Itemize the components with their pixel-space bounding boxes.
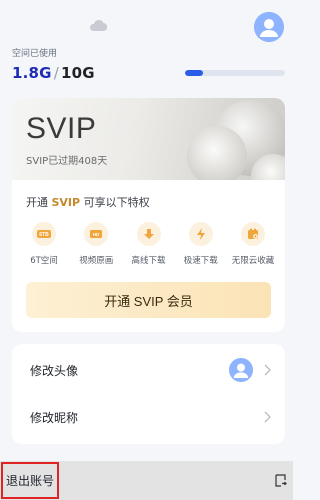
svip-banner-decoration xyxy=(187,100,285,180)
privilege-item[interactable]: 无限云收藏 xyxy=(227,222,279,268)
change-nickname-label: 修改昵称 xyxy=(30,410,79,425)
storage-separator: / xyxy=(53,64,59,82)
privilege-item[interactable]: 高线下载 xyxy=(123,222,175,268)
logout-button[interactable]: 退出账号 xyxy=(1,462,59,499)
open-svip-button[interactable]: 开通 SVIP 会员 xyxy=(26,282,271,318)
switch-account-icon[interactable] xyxy=(274,474,287,487)
cloud-collect-icon xyxy=(241,222,265,246)
privilege-label: 6T空间 xyxy=(30,256,58,266)
privilege-label: 视频原画 xyxy=(79,256,114,266)
change-avatar-row[interactable]: 修改头像 xyxy=(12,346,285,394)
svg-text:6TB: 6TB xyxy=(39,232,49,238)
user-avatar-icon[interactable] xyxy=(254,12,284,42)
svip-card: SVIP SVIP已过期408天 开通 SVIP 可享以下特权 6TB 6T空间… xyxy=(12,98,285,332)
svg-text:HD: HD xyxy=(93,232,100,237)
svip-privileges-title: 开通 SVIP 可享以下特权 xyxy=(26,194,150,210)
privilege-item[interactable]: HD 视频原画 xyxy=(70,222,122,268)
storage-progress-bar xyxy=(185,70,285,76)
privileges-prefix: 开通 xyxy=(26,196,52,209)
cloud-icon xyxy=(89,19,108,32)
chevron-right-icon xyxy=(264,364,271,376)
svip-privileges-list: 6TB 6T空间 HD 视频原画 高线下载 极速下载 无限云收藏 xyxy=(18,222,279,268)
storage-used-label: 空间已使用 xyxy=(12,49,58,59)
privilege-label: 极速下载 xyxy=(183,256,218,266)
privilege-item[interactable]: 6TB 6T空间 xyxy=(18,222,70,268)
chevron-right-icon xyxy=(264,411,271,423)
6tb-storage-icon: 6TB xyxy=(32,222,56,246)
bottom-bar: 退出账号 xyxy=(0,461,293,500)
privilege-label: 高线下载 xyxy=(131,256,166,266)
privileges-suffix: 可享以下特权 xyxy=(80,196,150,209)
change-nickname-row[interactable]: 修改昵称 xyxy=(12,393,285,441)
change-avatar-label: 修改头像 xyxy=(30,363,79,378)
download-icon xyxy=(136,222,161,246)
lightning-icon xyxy=(188,222,213,246)
svip-expired-text: SVIP已过期408天 xyxy=(26,156,108,167)
svip-banner: SVIP SVIP已过期408天 xyxy=(12,98,285,180)
privileges-highlight: SVIP xyxy=(51,196,81,209)
profile-settings-card: 修改头像 修改昵称 xyxy=(12,344,285,444)
svip-title: SVIP xyxy=(26,112,97,145)
hd-video-icon: HD xyxy=(84,222,109,246)
storage-usage: 1.8G/10G xyxy=(12,64,95,82)
privilege-item[interactable]: 极速下载 xyxy=(175,222,227,268)
avatar-icon xyxy=(229,358,253,382)
storage-total-value: 10G xyxy=(60,64,95,82)
privilege-label: 无限云收藏 xyxy=(231,256,275,266)
storage-progress-fill xyxy=(185,70,203,76)
storage-used-value: 1.8G xyxy=(12,64,52,82)
